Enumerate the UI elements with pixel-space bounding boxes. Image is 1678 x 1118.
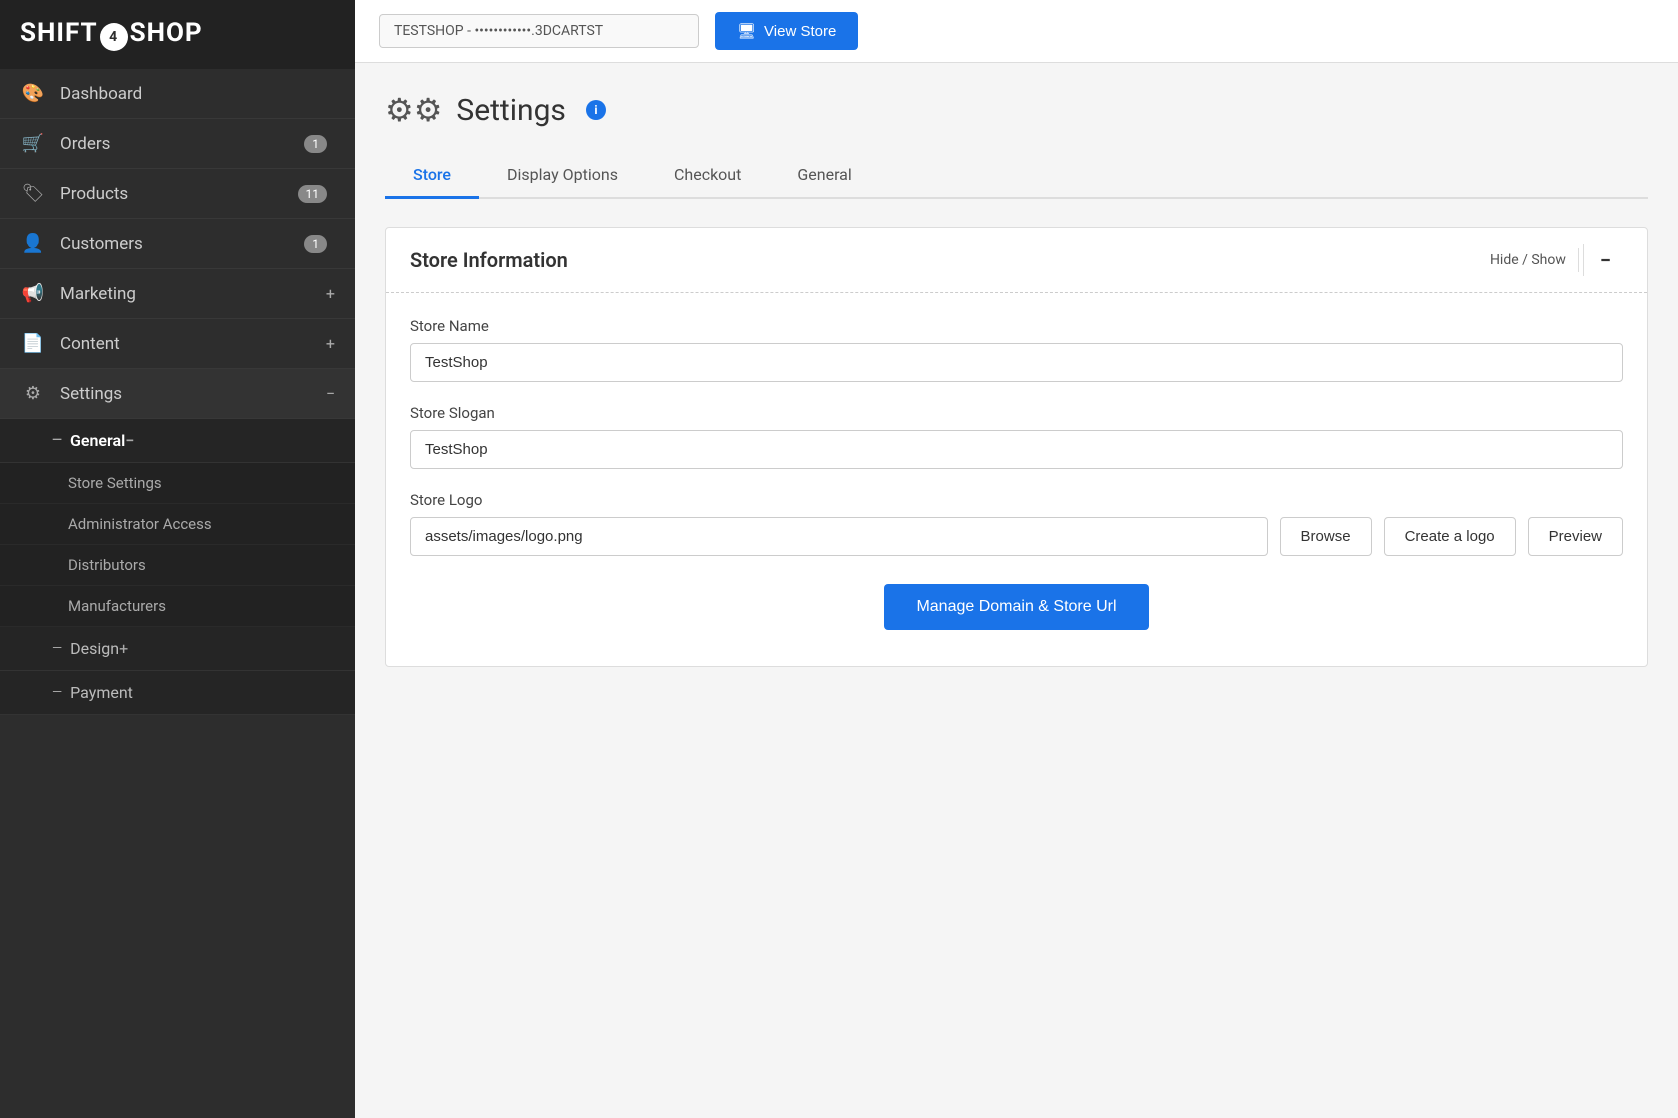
sidebar-item-content[interactable]: 📄 Content + xyxy=(0,319,355,369)
sidebar-sub-store-settings[interactable]: Store Settings xyxy=(0,463,355,504)
sidebar-sub-general[interactable]: — General − xyxy=(0,419,355,463)
store-logo-label: Store Logo xyxy=(410,491,1623,509)
card-body: Store Name Store Slogan Store Logo Brows… xyxy=(386,293,1647,666)
store-logo-input[interactable] xyxy=(410,517,1268,556)
sidebar-sub-distributors[interactable]: Distributors xyxy=(0,545,355,586)
store-logo-group: Store Logo Browse Create a logo Preview xyxy=(410,491,1623,556)
sidebar-item-label: Marketing xyxy=(60,284,326,304)
logo-badge: 4 xyxy=(100,23,128,51)
sidebar-sub-label: Design xyxy=(70,639,119,658)
collapse-button[interactable]: − xyxy=(1588,244,1623,276)
general-expand-icon: − xyxy=(125,431,134,450)
sidebar-item-label: Products xyxy=(60,184,298,204)
content-area: ⚙⚙ Settings i Store Display Options Chec… xyxy=(355,63,1678,1118)
browse-button[interactable]: Browse xyxy=(1280,517,1372,556)
view-store-label: View Store xyxy=(764,23,836,40)
sidebar-item-marketing[interactable]: 📢 Marketing + xyxy=(0,269,355,319)
card-header-actions: Hide / Show − xyxy=(1478,244,1623,276)
settings-tabs: Store Display Options Checkout General xyxy=(385,153,1648,199)
monitor-icon: 🖥 xyxy=(737,22,756,40)
store-information-card: Store Information Hide / Show − Store Na… xyxy=(385,227,1648,667)
tab-store[interactable]: Store xyxy=(385,153,479,199)
sidebar-item-label: Dashboard xyxy=(60,84,335,104)
sidebar-item-orders[interactable]: 🛒 Orders 1 xyxy=(0,119,355,169)
store-settings-label: Store Settings xyxy=(68,474,162,492)
store-url-display: TESTSHOP - ••••••••••••.3DCARTST xyxy=(379,14,699,48)
sidebar-sub-design[interactable]: — Design + xyxy=(0,627,355,671)
distributors-label: Distributors xyxy=(68,556,146,574)
sidebar-sub-administrator-access[interactable]: Administrator Access xyxy=(0,504,355,545)
tab-checkout[interactable]: Checkout xyxy=(646,153,769,199)
manufacturers-label: Manufacturers xyxy=(68,597,166,615)
store-name-input[interactable] xyxy=(410,343,1623,382)
divider xyxy=(1583,244,1584,276)
content-expand-icon: + xyxy=(326,334,335,353)
sidebar-item-products[interactable]: 🏷 Products 11 xyxy=(0,169,355,219)
sidebar-sub-label: General xyxy=(70,431,125,450)
marketing-icon: 📢 xyxy=(20,283,46,304)
topbar: TESTSHOP - ••••••••••••.3DCARTST 🖥 View … xyxy=(355,0,1678,63)
sidebar-item-dashboard[interactable]: 🎨 Dashboard xyxy=(0,69,355,119)
store-slogan-group: Store Slogan xyxy=(410,404,1623,469)
store-slogan-input[interactable] xyxy=(410,430,1623,469)
dashboard-icon: 🎨 xyxy=(20,83,46,104)
store-slogan-label: Store Slogan xyxy=(410,404,1623,422)
sidebar-item-label: Settings xyxy=(60,384,326,404)
sidebar-item-settings[interactable]: ⚙ Settings − xyxy=(0,369,355,419)
hide-show-button[interactable]: Hide / Show xyxy=(1478,248,1579,272)
customers-badge: 1 xyxy=(304,235,327,253)
settings-page-icon: ⚙⚙ xyxy=(385,91,442,129)
card-title: Store Information xyxy=(410,248,568,272)
products-badge: 11 xyxy=(298,185,328,203)
store-url-text: TESTSHOP - ••••••••••••.3DCARTST xyxy=(394,23,603,39)
logo-text: SHIFT4SHOP xyxy=(20,18,203,51)
sidebar: SHIFT4SHOP 🎨 Dashboard 🛒 Orders 1 🏷 Prod… xyxy=(0,0,355,1118)
orders-icon: 🛒 xyxy=(20,133,46,154)
main-content: TESTSHOP - ••••••••••••.3DCARTST 🖥 View … xyxy=(355,0,1678,1118)
sidebar-item-label: Customers xyxy=(60,234,304,254)
logo-row: Browse Create a logo Preview xyxy=(410,517,1623,556)
settings-expand-icon: − xyxy=(326,384,335,403)
tab-display-options[interactable]: Display Options xyxy=(479,153,646,199)
info-icon[interactable]: i xyxy=(586,100,606,120)
sidebar-sub-label: Payment xyxy=(70,683,133,702)
create-logo-button[interactable]: Create a logo xyxy=(1384,517,1516,556)
customers-icon: 👤 xyxy=(20,233,46,254)
page-header: ⚙⚙ Settings i xyxy=(385,91,1648,129)
sidebar-item-label: Content xyxy=(60,334,326,354)
sidebar-item-customers[interactable]: 👤 Customers 1 xyxy=(0,219,355,269)
products-icon: 🏷 xyxy=(20,183,46,204)
store-name-label: Store Name xyxy=(410,317,1623,335)
preview-button[interactable]: Preview xyxy=(1528,517,1623,556)
design-expand-icon: + xyxy=(119,639,128,658)
orders-badge: 1 xyxy=(304,135,327,153)
card-header: Store Information Hide / Show − xyxy=(386,228,1647,293)
administrator-access-label: Administrator Access xyxy=(68,515,212,533)
content-icon: 📄 xyxy=(20,333,46,354)
tab-general[interactable]: General xyxy=(769,153,879,199)
view-store-button[interactable]: 🖥 View Store xyxy=(715,12,858,50)
sidebar-sub-payment[interactable]: — Payment xyxy=(0,671,355,715)
manage-domain-button[interactable]: Manage Domain & Store Url xyxy=(884,584,1148,630)
marketing-expand-icon: + xyxy=(326,284,335,303)
sidebar-sub-manufacturers[interactable]: Manufacturers xyxy=(0,586,355,627)
page-title: Settings xyxy=(456,93,566,128)
settings-icon: ⚙ xyxy=(20,383,46,404)
sidebar-item-label: Orders xyxy=(60,134,304,154)
logo: SHIFT4SHOP xyxy=(0,0,355,69)
store-name-group: Store Name xyxy=(410,317,1623,382)
